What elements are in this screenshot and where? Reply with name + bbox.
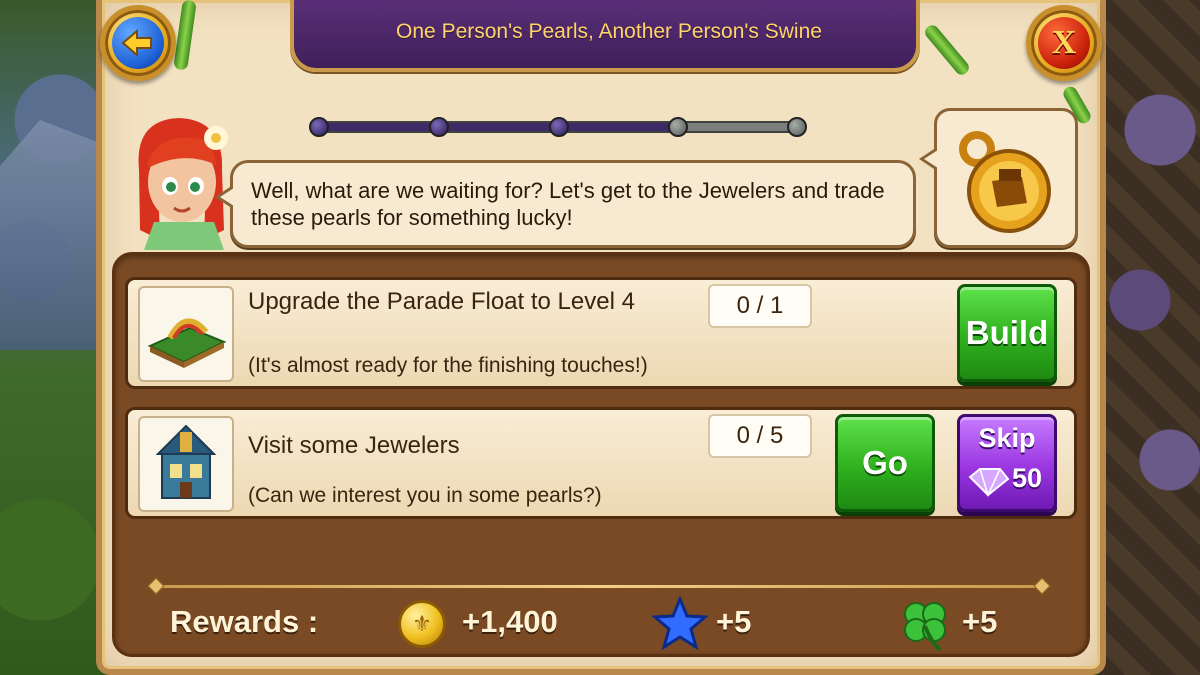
close-button[interactable]: X (1026, 5, 1102, 81)
rewards-label: Rewards : (170, 604, 319, 639)
progress-node-5 (787, 117, 807, 137)
skip-label: Skip (978, 423, 1036, 453)
quest-title-bar: One Person's Pearls, Another Person's Sw… (290, 0, 920, 72)
dialogue-bubble: Well, what are we waiting for? Let's get… (215, 160, 916, 248)
quest-reward-badge (919, 108, 1078, 248)
parade-float-thumbnail (138, 286, 234, 382)
clover-icon (904, 602, 946, 652)
coin-icon: ⚜ (398, 600, 446, 648)
quest-progress-fill (318, 123, 678, 131)
game-background-right (1100, 0, 1200, 675)
coins-reward: +1,400 (462, 604, 558, 639)
task-progress-count: 0 / 5 (708, 414, 812, 458)
task-subtitle: (It's almost ready for the finishing tou… (248, 354, 648, 377)
clovers-reward: +5 (962, 604, 998, 639)
progress-node-2 (429, 117, 449, 137)
task-row: Visit some Jewelers (Can we interest you… (125, 407, 1077, 519)
progress-node-4 (668, 117, 688, 137)
jewelers-shop-thumbnail (138, 416, 234, 512)
gem-icon (968, 468, 1010, 497)
skip-button[interactable]: Skip 50 (957, 414, 1057, 512)
progress-node-1 (309, 117, 329, 137)
progress-node-3 (549, 117, 569, 137)
stars-reward: +5 (716, 604, 752, 639)
back-button[interactable] (100, 5, 176, 81)
lucky-charm-icon (959, 131, 1051, 233)
task-title: Upgrade the Parade Float to Level 4 (248, 288, 635, 315)
star-icon (652, 596, 708, 651)
task-progress-count: 0 / 1 (708, 284, 812, 328)
quest-title: One Person's Pearls, Another Person's Sw… (396, 20, 822, 43)
back-arrow-icon (112, 17, 164, 69)
character-portrait (124, 110, 244, 250)
dialogue-text: Well, what are we waiting for? Let's get… (251, 178, 885, 230)
build-button[interactable]: Build (957, 284, 1057, 382)
skip-cost: 50 (1012, 463, 1043, 493)
castle-building-background (0, 120, 100, 350)
task-subtitle: (Can we interest you in some pearls?) (248, 484, 602, 507)
close-icon: X (1038, 17, 1090, 69)
task-row: Upgrade the Parade Float to Level 4 (It'… (125, 277, 1077, 389)
rewards-divider (155, 585, 1045, 588)
task-title: Visit some Jewelers (248, 432, 460, 459)
go-button[interactable]: Go (835, 414, 935, 512)
